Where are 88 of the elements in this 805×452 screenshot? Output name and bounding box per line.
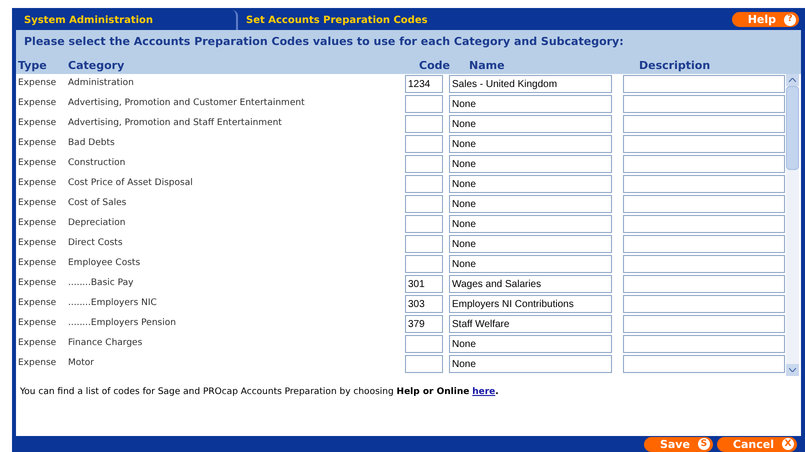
code-field[interactable] [405,155,443,173]
type-cell-text: Expense [17,97,58,110]
description-field[interactable] [623,175,785,193]
category-cell-text: Bad Debts [68,137,116,150]
type-cell-text: Expense [17,77,58,90]
code-field[interactable]: 303 [405,295,443,313]
name-field[interactable]: None [449,335,612,353]
footer-note: You can find a list of codes for Sage and PROcap Accounts Preparation by choosing Help or Online here. [19,386,500,399]
description-field[interactable] [623,335,785,353]
category-cell-text: Employee Costs [68,257,142,270]
name-field[interactable]: None [449,235,612,253]
scroll-thumb[interactable] [786,86,799,170]
code-field[interactable] [405,215,443,233]
code-field[interactable] [405,355,443,373]
description-field[interactable] [623,75,785,93]
here-link[interactable]: here [472,387,496,397]
column-header: Name [469,58,506,74]
column-header: Code [418,58,450,74]
description-field[interactable] [623,115,785,133]
name-field[interactable]: Staff Welfare [449,315,612,333]
description-field[interactable] [623,275,785,293]
type-cell-text: Expense [17,317,58,330]
category-cell-text: Construction [68,157,126,170]
code-field[interactable] [405,335,443,353]
name-field[interactable]: Wages and Salaries [449,275,612,293]
column-header: Description [639,58,712,74]
category-cell-text: Direct Costs [68,237,124,250]
code-field[interactable]: 379 [405,315,443,333]
type-cell-text: Expense [17,117,58,130]
name-field[interactable]: None [449,155,612,173]
type-cell-text: Expense [17,177,58,190]
category-cell-text: Motor [68,357,96,370]
category-cell-text: Cost Price of Asset Disposal [68,177,194,190]
name-field[interactable]: None [449,255,612,273]
category-cell-text: Advertising, Promotion and Customer Entertainment [68,97,306,110]
description-field[interactable] [623,135,785,153]
category-cell-text: Finance Charges [68,337,144,350]
description-field[interactable] [623,195,785,213]
category-cell-text: Administration [68,77,135,90]
description-field[interactable] [623,155,785,173]
name-field[interactable]: None [449,95,612,113]
column-header: Type [17,58,48,74]
category-cell-text: ........Employers Pension [68,317,177,330]
name-field[interactable]: Sales - United Kingdom [449,75,612,93]
code-field[interactable]: 301 [405,275,443,293]
code-field[interactable] [405,115,443,133]
type-cell-text: Expense [17,137,58,150]
category-cell-text: ........Employers NIC [68,297,158,310]
type-cell-text: Expense [17,237,58,250]
scrollbar[interactable] [786,74,799,376]
type-cell-text: Expense [17,357,58,370]
name-field[interactable]: None [449,195,612,213]
name-field[interactable]: None [449,135,612,153]
description-field[interactable] [623,315,785,333]
description-field[interactable] [623,295,785,313]
category-cell-text: ........Basic Pay [68,277,134,290]
code-field[interactable] [405,135,443,153]
code-field[interactable]: 1234 [405,75,443,93]
description-field[interactable] [623,95,785,113]
category-cell-text: Cost of Sales [68,197,128,210]
type-cell-text: Expense [17,257,58,270]
category-cell-text: Depreciation [68,217,126,230]
code-field[interactable] [405,175,443,193]
scroll-up-icon[interactable] [786,74,799,86]
name-field[interactable]: None [449,215,612,233]
name-field[interactable]: None [449,115,612,133]
type-cell-text: Expense [17,157,58,170]
breadcrumb-tab[interactable]: Set Accounts Preparation Codes [238,10,436,30]
description-field[interactable] [623,215,785,233]
description-field[interactable] [623,235,785,253]
description-field[interactable] [623,255,785,273]
type-cell-text: Expense [17,217,58,230]
category-cell-text: Advertising, Promotion and Staff Entertainment [68,117,283,130]
code-field[interactable] [405,255,443,273]
type-cell-text: Expense [17,197,58,210]
code-field[interactable] [405,195,443,213]
description-field[interactable] [623,355,785,373]
type-cell-text: Expense [17,337,58,350]
name-field[interactable]: Employers NI Contributions [449,295,612,313]
heading: Please select the Accounts Preparation Codes values to use for each Category and Subcategory: [23,34,625,50]
scroll-down-icon[interactable] [786,364,799,376]
name-field[interactable]: None [449,355,612,373]
type-cell-text: Expense [17,297,58,310]
name-field[interactable]: None [449,175,612,193]
code-field[interactable] [405,95,443,113]
code-field[interactable] [405,235,443,253]
column-header: Category [68,58,126,74]
type-cell-text: Expense [17,277,58,290]
